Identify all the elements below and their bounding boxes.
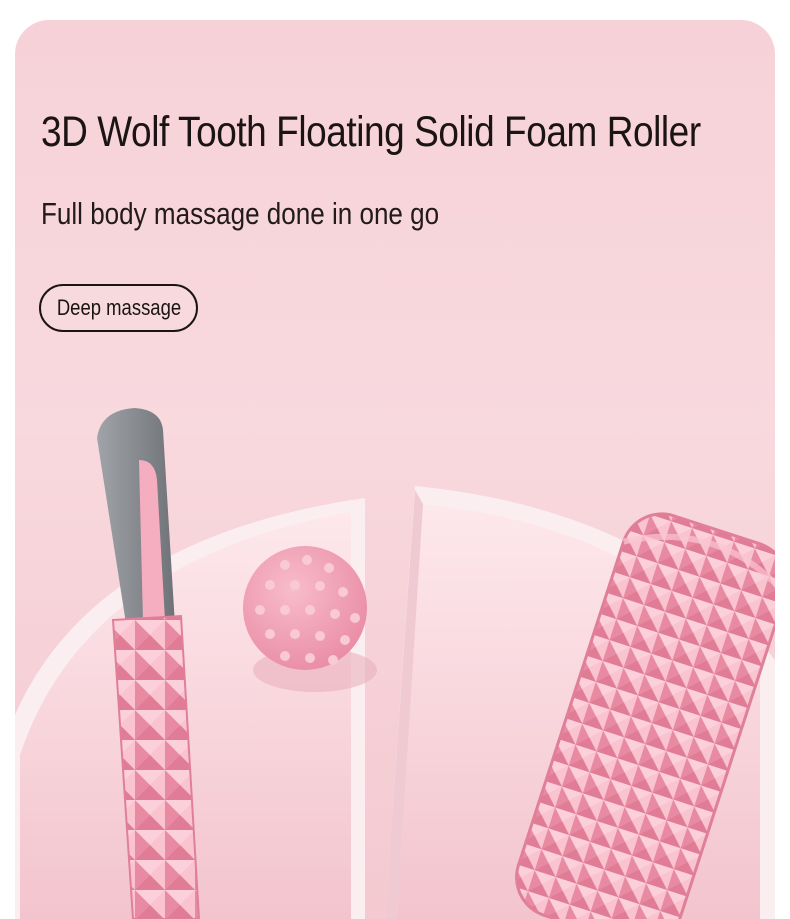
product-title: 3D Wolf Tooth Floating Solid Foam Roller <box>41 108 701 156</box>
product-subtitle: Full body massage done in one go <box>41 196 440 231</box>
deep-massage-badge: Deep massage <box>39 284 198 332</box>
product-banner: 3D Wolf Tooth Floating Solid Foam Roller… <box>15 20 775 919</box>
badge-label: Deep massage <box>56 295 181 320</box>
